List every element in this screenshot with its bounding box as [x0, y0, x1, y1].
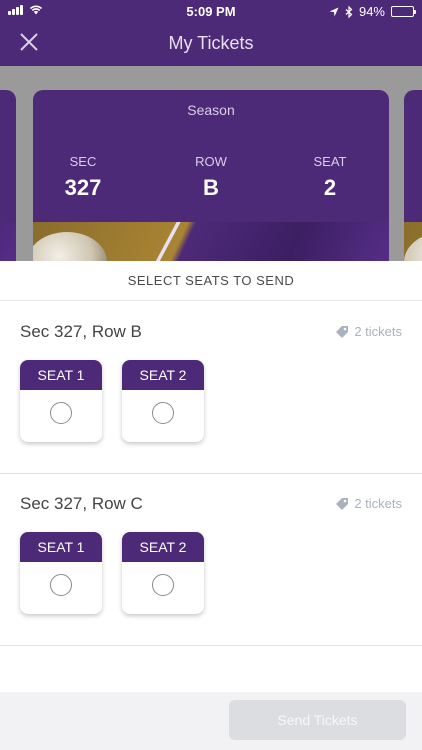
- header: 5:09 PM 94% My Tickets: [0, 0, 422, 66]
- ticket-card-previous[interactable]: [0, 90, 16, 261]
- seat-radio[interactable]: [152, 402, 174, 424]
- ticket-card[interactable]: Season SEC 327 ROW B SEAT 2: [33, 90, 389, 261]
- seat-2-select[interactable]: SEAT 2: [122, 360, 204, 442]
- ticket-count-label: 2 tickets: [354, 324, 402, 339]
- ticket-count: 2 tickets: [335, 496, 402, 511]
- ticket-carousel[interactable]: Season SEC 327 ROW B SEAT 2: [0, 66, 422, 261]
- seat-radio[interactable]: [152, 574, 174, 596]
- seat-group-row-b: Sec 327, Row B 2 tickets SEAT 1 SEAT 2: [0, 302, 422, 474]
- seat-label: SEAT 2: [122, 532, 204, 562]
- sec-value: 327: [64, 175, 102, 200]
- seat-1-select[interactable]: SEAT 1: [20, 360, 102, 442]
- send-tickets-button[interactable]: Send Tickets: [229, 700, 406, 740]
- seat-2-select[interactable]: SEAT 2: [122, 532, 204, 614]
- battery-percent: 94%: [358, 4, 385, 19]
- seat-radio[interactable]: [50, 402, 72, 424]
- bluetooth-icon: [345, 5, 353, 18]
- ticket-artwork: [33, 222, 389, 261]
- ticket-count-label: 2 tickets: [354, 496, 402, 511]
- ticket-season: Season: [187, 102, 235, 118]
- sheet-title: SELECT SEATS TO SEND: [0, 261, 422, 301]
- page-title: My Tickets: [168, 33, 254, 53]
- status-bar: 5:09 PM 94%: [0, 0, 422, 22]
- seat-label: SEAT 2: [122, 360, 204, 390]
- seat-group-row-c: Sec 327, Row C 2 tickets SEAT 1 SEAT 2: [0, 474, 422, 646]
- seat-label: SEAT: [313, 154, 347, 169]
- group-title: Sec 327, Row C: [20, 494, 143, 513]
- location-arrow-icon: [329, 7, 339, 16]
- group-title: Sec 327, Row B: [20, 322, 142, 341]
- row-value: B: [203, 175, 219, 200]
- tag-icon: [336, 497, 349, 510]
- seat-radio[interactable]: [50, 574, 72, 596]
- ticket-card-next[interactable]: [404, 90, 422, 261]
- seat-1-select[interactable]: SEAT 1: [20, 532, 102, 614]
- battery-icon: [391, 6, 416, 17]
- tag-icon: [336, 325, 349, 338]
- ticket-count: 2 tickets: [335, 324, 402, 339]
- select-seats-sheet: SELECT SEATS TO SEND Sec 327, Row B 2 ti…: [0, 261, 422, 750]
- footer-bar: Send Tickets: [0, 692, 422, 750]
- seat-label: SEAT 1: [20, 532, 102, 562]
- helmet-image: [33, 232, 107, 261]
- seat-value: 2: [323, 175, 337, 200]
- row-label: ROW: [195, 154, 227, 169]
- sec-label: SEC: [69, 154, 97, 169]
- seat-label: SEAT 1: [20, 360, 102, 390]
